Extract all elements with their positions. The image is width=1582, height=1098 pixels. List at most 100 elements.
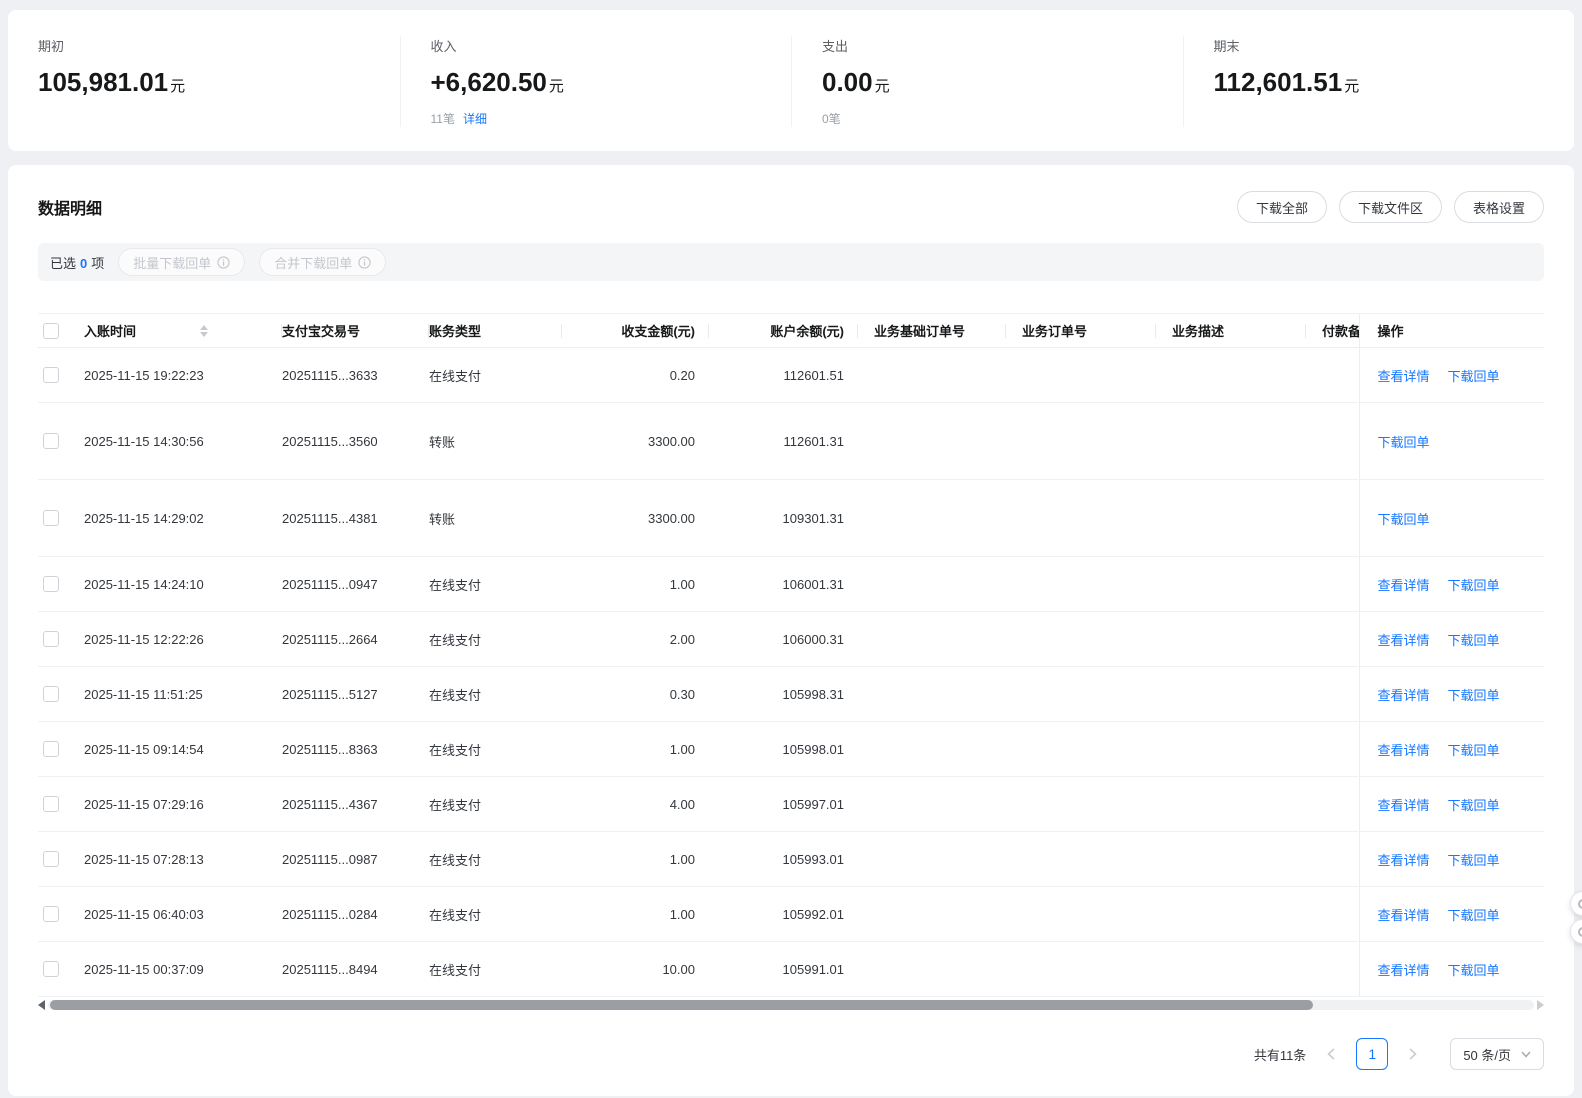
row-checkbox[interactable]	[43, 906, 59, 922]
horizontal-scrollbar[interactable]	[38, 1000, 1544, 1010]
page-size-select[interactable]: 50 条/页	[1450, 1038, 1544, 1070]
download-file-area-button[interactable]: 下载文件区	[1339, 191, 1442, 223]
download-receipt-link[interactable]: 下载回单	[1448, 960, 1500, 979]
row-checkbox[interactable]	[43, 576, 59, 592]
row-checkbox[interactable]	[43, 796, 59, 812]
row-checkbox[interactable]	[43, 851, 59, 867]
table-row: 2025-11-15 00:37:09 20251115...8494 在线支付…	[38, 942, 1544, 997]
download-receipt-link[interactable]: 下载回单	[1448, 905, 1500, 924]
cell-order	[1006, 557, 1156, 612]
download-receipt-link[interactable]: 下载回单	[1448, 630, 1500, 649]
cell-actions: 查看详情下载回单	[1378, 850, 1545, 869]
cell-actions: 查看详情下载回单	[1378, 960, 1545, 979]
cell-order	[1006, 667, 1156, 722]
summary-card: 期初 105,981.01元 收入 +6,620.50元 11笔 详细 支出 0…	[8, 10, 1574, 151]
view-detail-link[interactable]: 查看详情	[1378, 366, 1430, 385]
scroll-right-arrow-icon[interactable]	[1537, 1000, 1544, 1010]
page: 期初 105,981.01元 收入 +6,620.50元 11笔 详细 支出 0…	[0, 0, 1582, 1098]
cell-base-order	[858, 887, 1006, 942]
cell-actions: 查看详情下载回单	[1378, 366, 1545, 385]
view-detail-link[interactable]: 查看详情	[1378, 630, 1430, 649]
cell-base-order	[858, 403, 1006, 480]
view-detail-link[interactable]: 查看详情	[1378, 685, 1430, 704]
scroll-left-arrow-icon[interactable]	[38, 1000, 45, 1010]
cell-amount: 10.00	[562, 942, 709, 997]
column-header-amount: 收支金额(元)	[562, 314, 709, 348]
download-all-button[interactable]: 下载全部	[1237, 191, 1327, 223]
cell-account-type: 在线支付	[429, 557, 562, 612]
download-receipt-link[interactable]: 下载回单	[1448, 575, 1500, 594]
summary-income: 收入 +6,620.50元 11笔 详细	[400, 36, 792, 127]
current-page-button[interactable]: 1	[1356, 1038, 1388, 1070]
cell-actions: 下载回单	[1378, 432, 1545, 451]
cell-base-order	[858, 777, 1006, 832]
cell-entry-time: 2025-11-15 14:29:02	[84, 480, 282, 557]
cell-account-type: 在线支付	[429, 722, 562, 777]
income-detail-link[interactable]: 详细	[463, 110, 487, 127]
cell-amount: 4.00	[562, 777, 709, 832]
cell-entry-time: 2025-11-15 07:28:13	[84, 832, 282, 887]
table-row: 2025-11-15 12:22:26 20251115...2664 在线支付…	[38, 612, 1544, 667]
table-row: 2025-11-15 19:22:23 20251115...3633 在线支付…	[38, 348, 1544, 403]
cell-payer-note	[1306, 777, 1359, 832]
cell-balance: 105993.01	[709, 832, 858, 887]
row-checkbox[interactable]	[43, 961, 59, 977]
row-checkbox[interactable]	[43, 631, 59, 647]
row-checkbox[interactable]	[43, 686, 59, 702]
download-receipt-link[interactable]: 下载回单	[1378, 509, 1430, 528]
row-checkbox[interactable]	[43, 741, 59, 757]
table-row: 2025-11-15 14:30:56 20251115...3560 转账 3…	[38, 403, 1544, 480]
table-header-row: 入账时间 支付宝交易号 账务类型 收支金额(元) 账户余额(元) 业务基础订单号…	[38, 314, 1544, 348]
prev-page-button[interactable]	[1322, 1044, 1340, 1064]
view-detail-link[interactable]: 查看详情	[1378, 575, 1430, 594]
download-receipt-link[interactable]: 下载回单	[1448, 795, 1500, 814]
view-detail-link[interactable]: 查看详情	[1378, 960, 1430, 979]
batch-download-label: 批量下载回单	[133, 253, 211, 272]
sort-icon[interactable]	[200, 325, 208, 337]
select-all-checkbox[interactable]	[43, 323, 59, 339]
download-receipt-link[interactable]: 下载回单	[1448, 685, 1500, 704]
currency-unit: 元	[1344, 78, 1359, 95]
cell-balance: 112601.31	[709, 403, 858, 480]
cell-account-type: 在线支付	[429, 942, 562, 997]
floating-service-button[interactable]	[1570, 919, 1582, 944]
cell-base-order	[858, 480, 1006, 557]
cell-balance: 105998.31	[709, 667, 858, 722]
view-detail-link[interactable]: 查看详情	[1378, 795, 1430, 814]
download-receipt-link[interactable]: 下载回单	[1448, 366, 1500, 385]
view-detail-link[interactable]: 查看详情	[1378, 905, 1430, 924]
next-page-button[interactable]	[1404, 1044, 1422, 1064]
row-checkbox[interactable]	[43, 433, 59, 449]
scrollbar-thumb[interactable]	[50, 1000, 1313, 1010]
cell-description	[1156, 942, 1306, 997]
table-settings-button[interactable]: 表格设置	[1454, 191, 1544, 223]
view-detail-link[interactable]: 查看详情	[1378, 740, 1430, 759]
column-header-entry-time[interactable]: 入账时间	[84, 321, 136, 340]
download-receipt-link[interactable]: 下载回单	[1378, 432, 1430, 451]
table-row: 2025-11-15 06:40:03 20251115...0284 在线支付…	[38, 887, 1544, 942]
cell-description	[1156, 722, 1306, 777]
cell-amount: 0.20	[562, 348, 709, 403]
cell-actions: 查看详情下载回单	[1378, 905, 1545, 924]
cell-description	[1156, 612, 1306, 667]
cell-balance: 105991.01	[709, 942, 858, 997]
scrollbar-track[interactable]	[48, 1000, 1534, 1010]
row-checkbox[interactable]	[43, 367, 59, 383]
panel-header: 数据明细 下载全部 下载文件区 表格设置	[38, 191, 1544, 223]
cell-order	[1006, 480, 1156, 557]
download-receipt-link[interactable]: 下载回单	[1448, 740, 1500, 759]
cell-base-order	[858, 722, 1006, 777]
merge-download-receipts-button[interactable]: 合并下载回单	[259, 248, 386, 276]
selected-count: 0	[80, 256, 87, 271]
summary-sub: 0笔	[822, 110, 1153, 127]
floating-help-button[interactable]	[1570, 891, 1582, 916]
cell-account-type: 转账	[429, 403, 562, 480]
summary-sub: 11笔 详细	[431, 110, 762, 127]
row-checkbox[interactable]	[43, 510, 59, 526]
cell-description	[1156, 557, 1306, 612]
batch-download-receipts-button[interactable]: 批量下载回单	[118, 248, 245, 276]
download-receipt-link[interactable]: 下载回单	[1448, 850, 1500, 869]
view-detail-link[interactable]: 查看详情	[1378, 850, 1430, 869]
cell-payer-note	[1306, 403, 1359, 480]
currency-unit: 元	[170, 78, 185, 95]
